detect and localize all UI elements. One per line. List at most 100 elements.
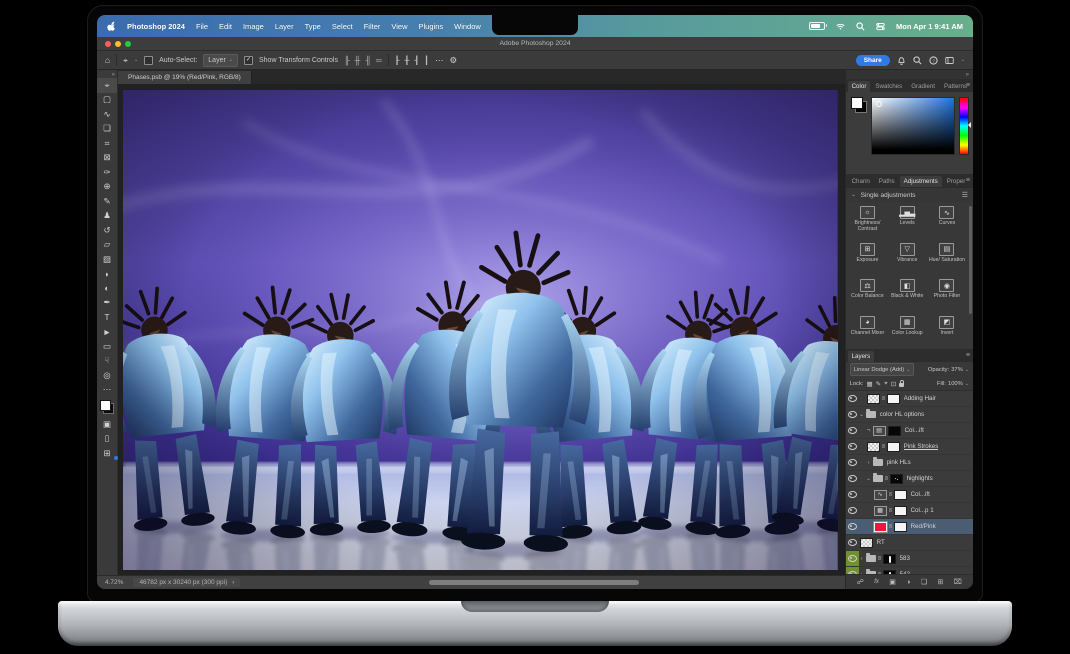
vertical-scrollbar[interactable] xyxy=(969,206,972,314)
menu-layer[interactable]: Layer xyxy=(275,22,294,31)
lasso-tool[interactable]: ∿ xyxy=(97,107,117,122)
tool-preset-chevron-icon[interactable]: ⌄ xyxy=(134,57,138,63)
auto-select-checkbox[interactable] xyxy=(144,56,153,65)
layer-row[interactable]: 8Adding Hair xyxy=(846,391,973,407)
layer-visibility-cell[interactable] xyxy=(846,455,859,470)
close-window-button[interactable] xyxy=(105,41,111,47)
layer-mask-thumbnail[interactable] xyxy=(894,506,907,516)
control-center-icon[interactable] xyxy=(876,22,885,31)
layer-thumbnail[interactable]: ▦ xyxy=(874,506,887,516)
layer-thumbnail[interactable]: ∿ xyxy=(874,490,887,500)
layer-name[interactable]: Adding Hair xyxy=(904,395,936,402)
layer-thumbnail[interactable] xyxy=(867,394,880,404)
layer-mask-thumbnail[interactable] xyxy=(890,474,903,484)
layer-mask-thumbnail[interactable] xyxy=(888,426,901,436)
brush-tool[interactable]: ✎ xyxy=(97,194,117,209)
new-adjustment-layer-icon[interactable]: ◑ xyxy=(906,579,910,586)
layer-row[interactable]: ›8583 xyxy=(846,551,973,567)
help-icon[interactable]: ? xyxy=(929,56,938,65)
document-tab[interactable]: Phases.psb @ 19% (Red/Pink, RGB/8) xyxy=(118,71,252,84)
layer-row[interactable]: 8Pink Strokes xyxy=(846,439,973,455)
wifi-icon[interactable] xyxy=(836,22,845,31)
tab-chann[interactable]: Chann xyxy=(848,176,874,187)
layer-row[interactable]: ▦8Col...p 1 xyxy=(846,503,973,519)
layer-row[interactable]: ⌄color HL options xyxy=(846,407,973,423)
layer-row[interactable]: RT xyxy=(846,535,973,551)
opacity-value[interactable]: 37% xyxy=(951,367,963,373)
more-options-icon[interactable]: ⋯ xyxy=(435,55,444,66)
expander-icon[interactable]: ⌄ xyxy=(859,412,865,418)
menu-view[interactable]: View xyxy=(391,22,407,31)
apple-menu-icon[interactable] xyxy=(107,21,116,32)
layer-thumbnail[interactable] xyxy=(874,522,887,532)
menu-photoshop-2024[interactable]: Photoshop 2024 xyxy=(127,22,185,31)
adjustment-color-balance[interactable]: ⚖Color Balance xyxy=(848,276,888,312)
panel-menu-icon[interactable]: ≡ xyxy=(966,82,970,89)
list-view-icon[interactable]: ☰ xyxy=(962,191,968,199)
panel-menu-icon[interactable]: ≡ xyxy=(966,352,970,359)
eye-icon[interactable] xyxy=(848,411,857,418)
dodge-tool[interactable]: ◐ xyxy=(97,281,117,296)
menu-bar-clock[interactable]: Mon Apr 1 9:41 AM xyxy=(896,22,963,31)
adjustment-brightness-contrast[interactable]: ☼Brightness/ Contrast xyxy=(848,203,888,239)
delete-layer-icon[interactable]: ⌧ xyxy=(954,578,962,586)
layer-row[interactable]: ⌄8highlights xyxy=(846,471,973,487)
link-layers-icon[interactable]: ☍ xyxy=(857,578,864,586)
object-selection-tool[interactable]: ❏ xyxy=(97,122,117,137)
marquee-tool[interactable]: ▢ xyxy=(97,93,117,108)
distribute-icon-2[interactable]: ┨ xyxy=(414,56,419,65)
layer-thumbnail[interactable]: ▤ xyxy=(873,426,886,436)
eye-icon[interactable] xyxy=(848,395,857,402)
lock-paint-icon[interactable]: ✎ xyxy=(876,380,881,388)
menu-file[interactable]: File xyxy=(196,22,208,31)
layer-name[interactable]: highlights xyxy=(907,475,933,482)
layer-thumbnail[interactable] xyxy=(867,442,880,452)
expander-icon[interactable]: › xyxy=(859,572,865,575)
tab-gradient[interactable]: Gradient xyxy=(907,81,939,92)
layer-visibility-cell[interactable] xyxy=(846,551,859,566)
horizontal-scrollbar[interactable] xyxy=(429,580,639,585)
tab-layers[interactable]: Layers xyxy=(848,351,875,362)
type-tool[interactable]: T xyxy=(97,310,117,325)
eye-icon[interactable] xyxy=(848,507,857,514)
workspace-switcher-icon[interactable] xyxy=(945,56,954,65)
adjustment-channel-mixer[interactable]: ◕Channel Mixer xyxy=(848,313,888,349)
align-icon-1[interactable]: ╫ xyxy=(355,56,361,65)
eyedropper-tool[interactable]: ✑ xyxy=(97,165,117,180)
layer-mask-thumbnail[interactable] xyxy=(887,394,900,404)
crop-tool[interactable]: ⌗ xyxy=(97,136,117,151)
zoom-window-button[interactable] xyxy=(125,41,131,47)
home-icon[interactable]: ⌂ xyxy=(105,55,110,65)
layer-name[interactable]: Col...p 1 xyxy=(911,507,934,514)
shape-tool[interactable]: ▭ xyxy=(97,339,117,354)
move-tool[interactable]: ⌖ xyxy=(97,78,117,93)
layer-visibility-cell[interactable] xyxy=(846,423,859,438)
tab-paths[interactable]: Paths xyxy=(875,176,899,187)
new-group-icon[interactable]: ❏ xyxy=(921,578,927,586)
layer-name[interactable]: Pink Strokes xyxy=(904,443,939,450)
layer-visibility-cell[interactable] xyxy=(846,519,859,534)
eye-icon[interactable] xyxy=(848,523,857,530)
layer-name[interactable]: 583 xyxy=(900,555,910,562)
current-tool-icon[interactable]: ⌖ xyxy=(123,55,128,66)
layer-row[interactable]: ¬▤Col...ift xyxy=(846,423,973,439)
menu-type[interactable]: Type xyxy=(305,22,321,31)
minimize-window-button[interactable] xyxy=(115,41,121,47)
eraser-tool[interactable]: ▱ xyxy=(97,238,117,253)
auto-select-target-dropdown[interactable]: Layer ⌄ xyxy=(203,54,238,67)
history-brush-tool[interactable]: ↺ xyxy=(97,223,117,238)
eye-icon[interactable] xyxy=(848,555,857,562)
layer-visibility-cell[interactable] xyxy=(846,503,859,518)
layer-visibility-cell[interactable] xyxy=(846,391,859,406)
layer-name[interactable]: RT xyxy=(877,539,885,546)
lock-transparent-icon[interactable]: ▦ xyxy=(866,380,872,388)
adjustment-exposure[interactable]: ⊞Exposure xyxy=(848,240,888,276)
pen-tool[interactable]: ✒ xyxy=(97,296,117,311)
frame-tool[interactable]: ⊠ xyxy=(97,151,117,166)
layer-visibility-cell[interactable] xyxy=(846,487,859,502)
layer-name[interactable]: Col...ift xyxy=(911,491,930,498)
expander-icon[interactable]: › xyxy=(859,556,865,562)
quick-mask-button[interactable]: ▣ xyxy=(97,417,117,432)
lock-artboard-icon[interactable]: ⊡ xyxy=(891,380,896,388)
zoom-tool[interactable]: ◎ xyxy=(97,368,117,383)
